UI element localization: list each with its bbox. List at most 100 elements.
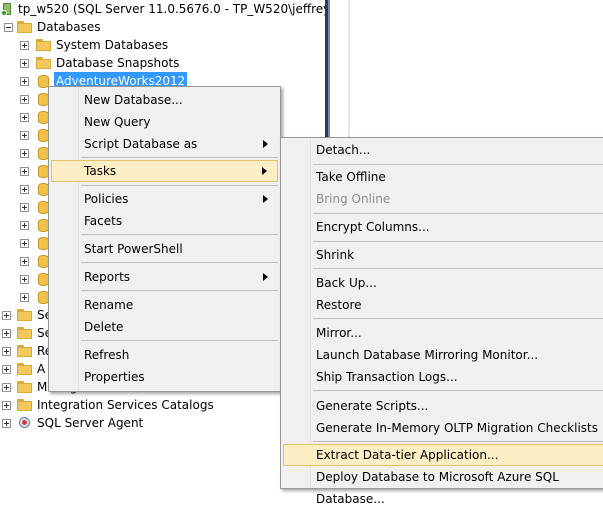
menu-item-label: Generate Scripts... bbox=[316, 399, 429, 413]
menu-item-mirror[interactable]: Mirror... bbox=[283, 322, 603, 344]
expand-toggle-icon[interactable] bbox=[2, 329, 11, 338]
database-context-menu: New Database... New Query Script Databas… bbox=[48, 86, 281, 392]
menu-item-ship-transaction-logs[interactable]: Ship Transaction Logs... bbox=[283, 366, 603, 388]
menu-item-label: Rename bbox=[84, 298, 134, 312]
expand-toggle-icon[interactable] bbox=[20, 131, 29, 140]
expand-toggle-icon[interactable] bbox=[2, 419, 11, 428]
menu-item-rename[interactable]: Rename bbox=[51, 294, 278, 316]
expand-toggle-icon[interactable] bbox=[2, 347, 11, 356]
expand-toggle-icon[interactable] bbox=[2, 383, 11, 392]
menu-item-detach[interactable]: Detach... bbox=[283, 139, 603, 161]
menu-item-take-offline[interactable]: Take Offline bbox=[283, 166, 603, 188]
system-databases-label: System Databases bbox=[56, 38, 169, 52]
menu-separator bbox=[313, 390, 603, 391]
menu-separator bbox=[81, 157, 278, 158]
expand-toggle-icon[interactable] bbox=[2, 401, 11, 410]
menu-item-label: Reports bbox=[84, 270, 131, 284]
menu-item-label: Deploy Database to Microsoft Azure SQL D… bbox=[316, 470, 559, 506]
menu-item-policies[interactable]: Policies bbox=[51, 188, 278, 210]
menu-item-label: Restore bbox=[316, 298, 362, 312]
menu-item-generate-scripts[interactable]: Generate Scripts... bbox=[283, 395, 603, 417]
menu-item-bring-online: Bring Online bbox=[283, 188, 603, 210]
menu-item-start-powershell[interactable]: Start PowerShell bbox=[51, 238, 278, 260]
integration-services-label: Integration Services Catalogs bbox=[37, 398, 214, 412]
menu-separator bbox=[313, 213, 603, 214]
agent-icon bbox=[18, 416, 32, 430]
expand-toggle-icon[interactable] bbox=[20, 275, 29, 284]
expand-toggle-icon[interactable] bbox=[2, 365, 11, 374]
expand-toggle-icon[interactable] bbox=[20, 59, 29, 68]
menu-item-encrypt-columns[interactable]: Encrypt Columns... bbox=[283, 216, 603, 238]
menu-item-new-database[interactable]: New Database... bbox=[51, 89, 278, 111]
databases-label: Databases bbox=[37, 20, 101, 34]
menu-item-label: Shrink bbox=[316, 248, 355, 262]
tree-node-server[interactable]: tp_w520 (SQL Server 11.0.5676.0 - TP_W52… bbox=[0, 0, 335, 18]
expand-toggle-icon[interactable] bbox=[20, 185, 29, 194]
tree-node-databases[interactable]: Databases bbox=[0, 18, 330, 36]
menu-item-label: Detach... bbox=[316, 143, 371, 157]
database-snapshots-label: Database Snapshots bbox=[56, 56, 180, 70]
menu-item-script-database-as[interactable]: Script Database as bbox=[51, 133, 278, 155]
tree-node-system-databases[interactable]: System Databases bbox=[0, 36, 330, 54]
menu-separator bbox=[313, 241, 603, 242]
expand-toggle-icon[interactable] bbox=[20, 203, 29, 212]
submenu-arrow-icon bbox=[263, 273, 268, 281]
expand-toggle-icon[interactable] bbox=[20, 293, 29, 302]
menu-item-properties[interactable]: Properties bbox=[51, 366, 278, 388]
menu-item-launch-mirroring-monitor[interactable]: Launch Database Mirroring Monitor... bbox=[283, 344, 603, 366]
menu-item-label: Policies bbox=[84, 192, 129, 206]
collapse-toggle-icon[interactable] bbox=[4, 23, 13, 32]
menu-item-facets[interactable]: Facets bbox=[51, 210, 278, 232]
submenu-arrow-icon bbox=[263, 195, 268, 203]
expand-toggle-icon[interactable] bbox=[20, 221, 29, 230]
menu-separator bbox=[313, 318, 603, 319]
menu-item-label: Extract Data-tier Application... bbox=[316, 448, 499, 462]
menu-item-restore[interactable]: Restore bbox=[283, 294, 603, 316]
menu-item-shrink[interactable]: Shrink bbox=[283, 244, 603, 266]
folder-icon bbox=[17, 327, 33, 339]
menu-item-label: Facets bbox=[84, 214, 123, 228]
menu-item-label: Refresh bbox=[84, 348, 130, 362]
expand-toggle-icon[interactable] bbox=[20, 239, 29, 248]
menu-item-reports[interactable]: Reports bbox=[51, 266, 278, 288]
menu-item-label: New Query bbox=[84, 115, 151, 129]
server-label: tp_w520 (SQL Server 11.0.5676.0 - TP_W52… bbox=[18, 2, 335, 16]
menu-item-label: Take Offline bbox=[316, 170, 386, 184]
expand-toggle-icon[interactable] bbox=[2, 311, 11, 320]
expand-toggle-icon[interactable] bbox=[20, 149, 29, 158]
folder-icon bbox=[17, 399, 33, 411]
menu-separator bbox=[313, 164, 603, 165]
menu-item-generate-in-memory-oltp-checklists[interactable]: Generate In-Memory OLTP Migration Checkl… bbox=[283, 417, 603, 439]
menu-item-tasks[interactable]: Tasks bbox=[51, 160, 278, 182]
expand-toggle-icon[interactable] bbox=[20, 257, 29, 266]
menu-item-delete[interactable]: Delete bbox=[51, 316, 278, 338]
menu-item-new-query[interactable]: New Query bbox=[51, 111, 278, 133]
expand-toggle-icon[interactable] bbox=[20, 41, 29, 50]
expand-toggle-icon[interactable] bbox=[20, 77, 29, 86]
menu-separator bbox=[81, 234, 278, 235]
folder-icon bbox=[17, 345, 33, 357]
menu-item-label: Start PowerShell bbox=[84, 242, 183, 256]
tasks-submenu: Detach... Take Offline Bring Online Encr… bbox=[280, 137, 603, 506]
folder-icon bbox=[17, 381, 33, 393]
partial-node-label: A bbox=[37, 362, 46, 376]
folder-icon bbox=[17, 309, 33, 321]
menu-item-label: Script Database as bbox=[84, 137, 198, 151]
menu-item-label: Mirror... bbox=[316, 326, 362, 340]
folder-icon bbox=[17, 363, 33, 375]
menu-item-refresh[interactable]: Refresh bbox=[51, 344, 278, 366]
sql-server-agent-label: SQL Server Agent bbox=[37, 416, 144, 430]
expand-toggle-icon[interactable] bbox=[20, 167, 29, 176]
menu-item-label: Ship Transaction Logs... bbox=[316, 370, 458, 384]
menu-item-extract-data-tier-application[interactable]: Extract Data-tier Application... bbox=[283, 444, 603, 466]
folder-icon bbox=[17, 21, 33, 33]
menu-separator bbox=[81, 262, 278, 263]
menu-separator bbox=[81, 290, 278, 291]
expand-toggle-icon[interactable] bbox=[20, 113, 29, 122]
menu-item-label: Bring Online bbox=[316, 192, 391, 206]
expand-toggle-icon[interactable] bbox=[20, 95, 29, 104]
menu-item-back-up[interactable]: Back Up... bbox=[283, 272, 603, 294]
menu-item-deploy-to-azure-sql[interactable]: Deploy Database to Microsoft Azure SQL D… bbox=[283, 466, 603, 506]
tree-node-database-snapshots[interactable]: Database Snapshots bbox=[0, 54, 330, 72]
menu-separator bbox=[313, 268, 603, 269]
